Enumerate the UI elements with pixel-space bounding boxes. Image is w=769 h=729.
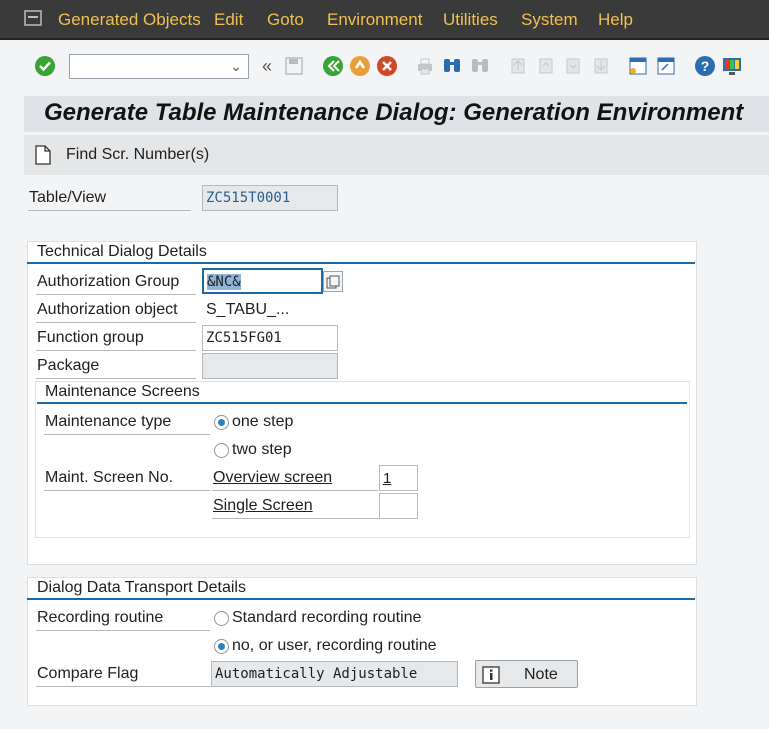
standard-recording-radio[interactable] <box>214 611 229 626</box>
group-header-line <box>37 402 687 404</box>
exit-icon[interactable] <box>349 55 371 77</box>
customize-icon[interactable] <box>721 55 743 77</box>
overview-screen-value: 1 <box>383 470 392 487</box>
enter-icon[interactable] <box>34 55 56 77</box>
last-page-icon[interactable] <box>590 55 612 77</box>
table-view-field[interactable]: ZC515T0001 <box>202 185 338 211</box>
create-session-icon[interactable] <box>627 55 649 77</box>
menu-bar: Generated Objects Edit Goto Environment … <box>0 0 769 40</box>
menu-edit[interactable]: Edit <box>214 10 243 30</box>
authorization-group-field[interactable]: &NC& <box>202 268 323 294</box>
standard-recording-label[interactable]: Standard recording routine <box>232 609 421 627</box>
compare-flag-field[interactable]: Automatically Adjustable <box>211 661 458 687</box>
print-icon[interactable] <box>414 55 436 77</box>
menu-system[interactable]: System <box>521 10 578 30</box>
label-underline <box>212 490 378 491</box>
next-page-icon[interactable] <box>562 55 584 77</box>
authorization-group-label: Authorization Group <box>37 273 180 290</box>
document-icon <box>35 145 51 165</box>
label-underline <box>36 294 196 295</box>
authorization-object-label: Authorization object <box>37 301 178 318</box>
table-view-label: Table/View <box>29 189 107 206</box>
recording-routine-label: Recording routine <box>37 609 164 626</box>
authorization-group-value: &NC& <box>207 274 241 290</box>
authorization-object-value: S_TABU_... <box>206 301 290 318</box>
two-step-label[interactable]: two step <box>232 441 292 459</box>
menu-environment[interactable]: Environment <box>327 10 422 30</box>
chevron-down-icon[interactable]: ⌄ <box>230 58 242 75</box>
maintenance-type-label: Maintenance type <box>45 413 172 430</box>
system-menu-icon[interactable] <box>24 10 42 26</box>
find-next-icon[interactable] <box>469 55 491 77</box>
title-bar: Generate Table Maintenance Dialog: Gener… <box>24 96 769 132</box>
one-step-label[interactable]: one step <box>232 413 293 431</box>
note-button[interactable]: Note <box>475 660 578 688</box>
label-underline <box>36 350 196 351</box>
overview-screen-link[interactable]: Overview screen <box>213 469 332 487</box>
transport-details-title: Dialog Data Transport Details <box>37 579 246 596</box>
user-recording-radio[interactable] <box>214 639 229 654</box>
menu-utilities[interactable]: Utilities <box>443 10 498 30</box>
shortcut-icon[interactable] <box>655 55 677 77</box>
label-underline <box>44 434 210 435</box>
package-field[interactable] <box>202 353 338 379</box>
label-underline <box>212 518 378 519</box>
label-underline <box>36 322 196 323</box>
cancel-icon[interactable] <box>376 55 398 77</box>
find-screen-numbers-label: Find Scr. Number(s) <box>66 146 210 163</box>
user-recording-label[interactable]: no, or user, recording routine <box>232 637 437 655</box>
maintenance-screens-group <box>35 381 690 538</box>
maint-screen-no-label: Maint. Screen No. <box>45 469 174 486</box>
overview-screen-field[interactable]: 1 <box>379 465 418 491</box>
function-group-label: Function group <box>37 329 144 346</box>
save-icon[interactable] <box>283 55 305 77</box>
label-underline <box>36 378 196 379</box>
standard-toolbar: ⌄ « ? <box>0 40 769 96</box>
label-underline <box>44 490 210 491</box>
svg-text:?: ? <box>701 58 710 74</box>
find-screen-numbers-button[interactable]: Find Scr. Number(s) <box>34 141 234 169</box>
note-label: Note <box>524 666 558 683</box>
one-step-radio[interactable] <box>214 415 229 430</box>
info-icon <box>482 666 500 684</box>
maintenance-screens-title: Maintenance Screens <box>45 383 200 400</box>
help-icon[interactable]: ? <box>694 55 716 77</box>
single-screen-field[interactable] <box>379 493 418 519</box>
double-left-icon[interactable]: « <box>256 55 278 77</box>
page-title: Generate Table Maintenance Dialog: Gener… <box>44 99 744 126</box>
label-underline <box>36 686 210 687</box>
back-icon[interactable] <box>322 55 344 77</box>
menu-help[interactable]: Help <box>598 10 633 30</box>
table-view-value: ZC515T0001 <box>206 190 291 206</box>
compare-flag-value: Automatically Adjustable <box>215 666 418 682</box>
single-screen-link[interactable]: Single Screen <box>213 497 313 515</box>
previous-page-icon[interactable] <box>535 55 557 77</box>
application-toolbar: Find Scr. Number(s) <box>24 135 769 175</box>
find-icon[interactable] <box>441 55 463 77</box>
command-field[interactable]: ⌄ <box>69 54 249 79</box>
label-underline <box>36 630 210 631</box>
menu-goto[interactable]: Goto <box>267 10 304 30</box>
menu-generated-objects[interactable]: Generated Objects <box>58 10 201 30</box>
two-step-radio[interactable] <box>214 443 229 458</box>
group-header-line <box>27 262 695 264</box>
technical-dialog-title: Technical Dialog Details <box>37 243 207 260</box>
value-help-icon[interactable] <box>323 271 343 292</box>
package-label: Package <box>37 357 100 374</box>
label-underline <box>28 210 191 211</box>
first-page-icon[interactable] <box>507 55 529 77</box>
function-group-field[interactable]: ZC515FG01 <box>202 325 338 351</box>
function-group-value: ZC515FG01 <box>206 330 282 346</box>
group-header-line <box>27 598 695 600</box>
compare-flag-label: Compare Flag <box>37 665 139 682</box>
